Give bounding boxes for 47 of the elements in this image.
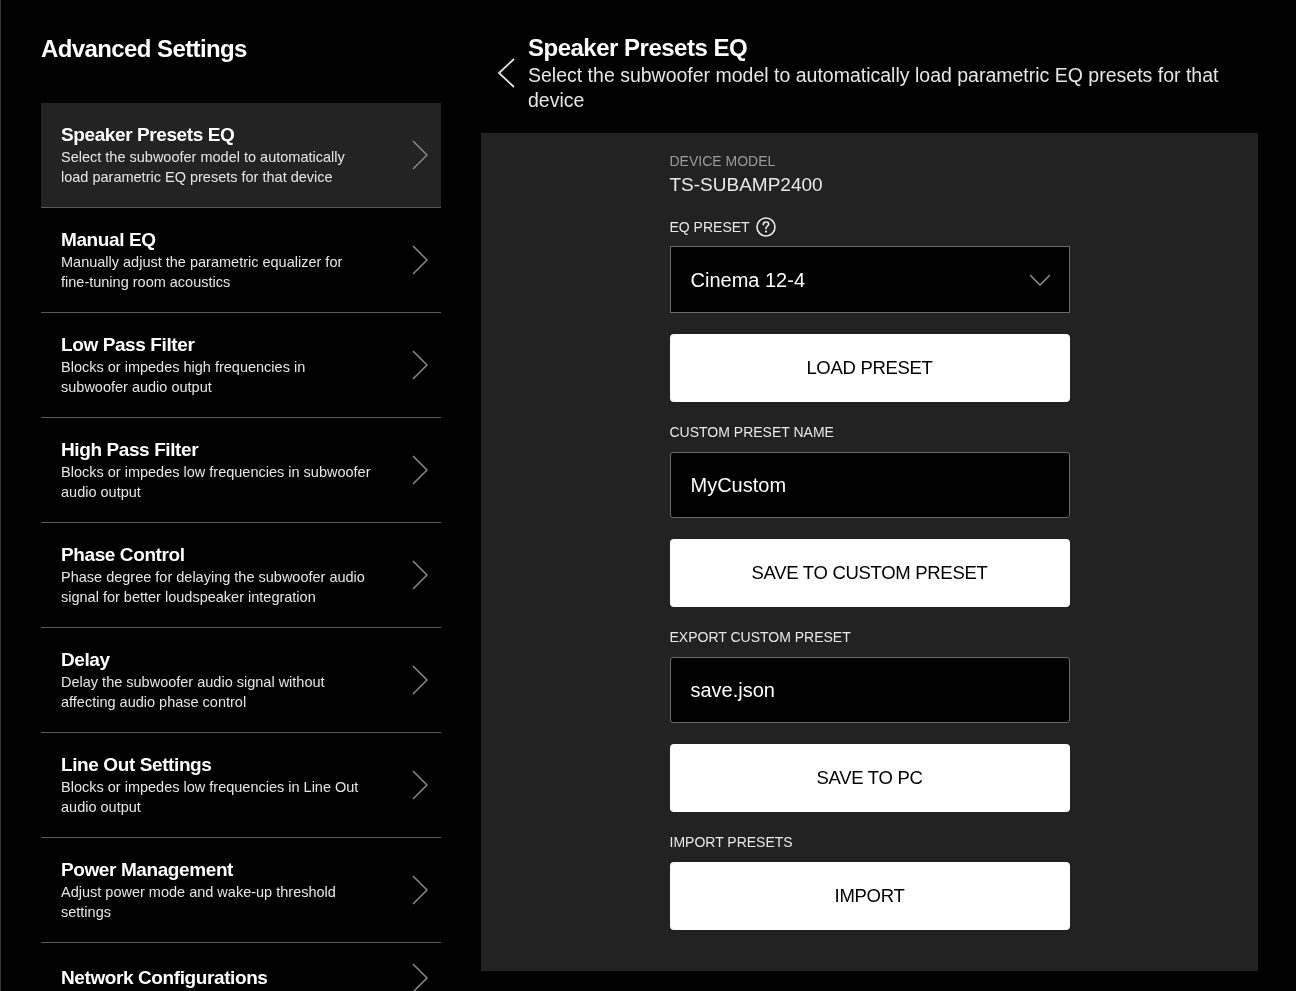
item-description: Delay the subwoofer audio signal without affecting audio phase control	[61, 673, 326, 712]
item-title: Low Pass Filter	[61, 333, 196, 357]
page-subtitle: Select the subwoofer model to automatically load parametric EQ presets for that device	[528, 63, 1220, 113]
chevron-right-icon	[412, 560, 428, 590]
chevron-left-icon	[497, 58, 515, 88]
field-label: EQ PRESET	[669, 218, 750, 237]
text-input-field[interactable]: MyCustom	[669, 452, 1070, 518]
chevron-right-icon	[412, 665, 428, 695]
sidebar-title: Advanced Settings	[41, 34, 248, 64]
action-button[interactable]: IMPORT	[669, 862, 1070, 930]
chevron-right-icon	[412, 875, 428, 905]
item-description: Blocks or impedes low frequencies in subwoofer audio output	[61, 463, 372, 502]
item-title: Network Configurations	[61, 966, 268, 990]
item-title: Line Out Settings	[61, 753, 213, 777]
item-description: Manually adjust the parametric equalizer for fine-tuning room acoustics	[61, 253, 344, 292]
sidebar-item[interactable]: Speaker Presets EQ Select the subwoofer model to automatically load parametric EQ presets for that device	[41, 103, 441, 208]
field-label: DEVICE MODEL	[669, 152, 776, 171]
item-description: Phase degree for delaying the subwoofer audio signal for better loudspeaker integration	[61, 568, 366, 607]
item-title: Speaker Presets EQ	[61, 123, 236, 147]
back-button[interactable]	[497, 57, 515, 89]
chevron-right-icon	[412, 455, 428, 485]
chevron-right-icon	[412, 350, 428, 380]
chevron-right-icon	[412, 770, 428, 800]
text-input-field[interactable]: save.json	[669, 657, 1070, 723]
preset-dropdown[interactable]: Cinema 12-4	[669, 246, 1070, 313]
action-button[interactable]: LOAD PRESET	[669, 334, 1070, 402]
chevron-down-icon	[1028, 273, 1051, 286]
item-title: Power Management	[61, 858, 235, 882]
action-button[interactable]: SAVE TO CUSTOM PRESET	[669, 539, 1070, 607]
help-icon[interactable]	[755, 217, 776, 237]
field-label: IMPORT PRESETS	[669, 833, 793, 852]
chevron-right-icon	[412, 963, 428, 991]
item-title: Manual EQ	[61, 228, 157, 252]
item-description: Select the subwoofer model to automatically load parametric EQ presets for that device	[61, 148, 346, 187]
item-title: Phase Control	[61, 543, 186, 567]
item-description: Blocks or impedes high frequencies in subwoofer audio output	[61, 358, 307, 397]
device-model-value: TS-SUBAMP2400	[669, 173, 824, 197]
item-title: Delay	[61, 648, 111, 672]
chevron-right-icon	[412, 245, 428, 275]
field-label: EXPORT CUSTOM PRESET	[669, 628, 851, 647]
action-button[interactable]: SAVE TO PC	[669, 744, 1070, 812]
chevron-right-icon	[412, 140, 428, 170]
item-title: High Pass Filter	[61, 438, 200, 462]
page-title: Speaker Presets EQ	[528, 33, 749, 63]
field-label: CUSTOM PRESET NAME	[669, 423, 834, 442]
item-description: Adjust power mode and wake-up threshold settings	[61, 883, 337, 922]
item-description: Blocks or impedes low frequencies in Line Out audio output	[61, 778, 360, 817]
